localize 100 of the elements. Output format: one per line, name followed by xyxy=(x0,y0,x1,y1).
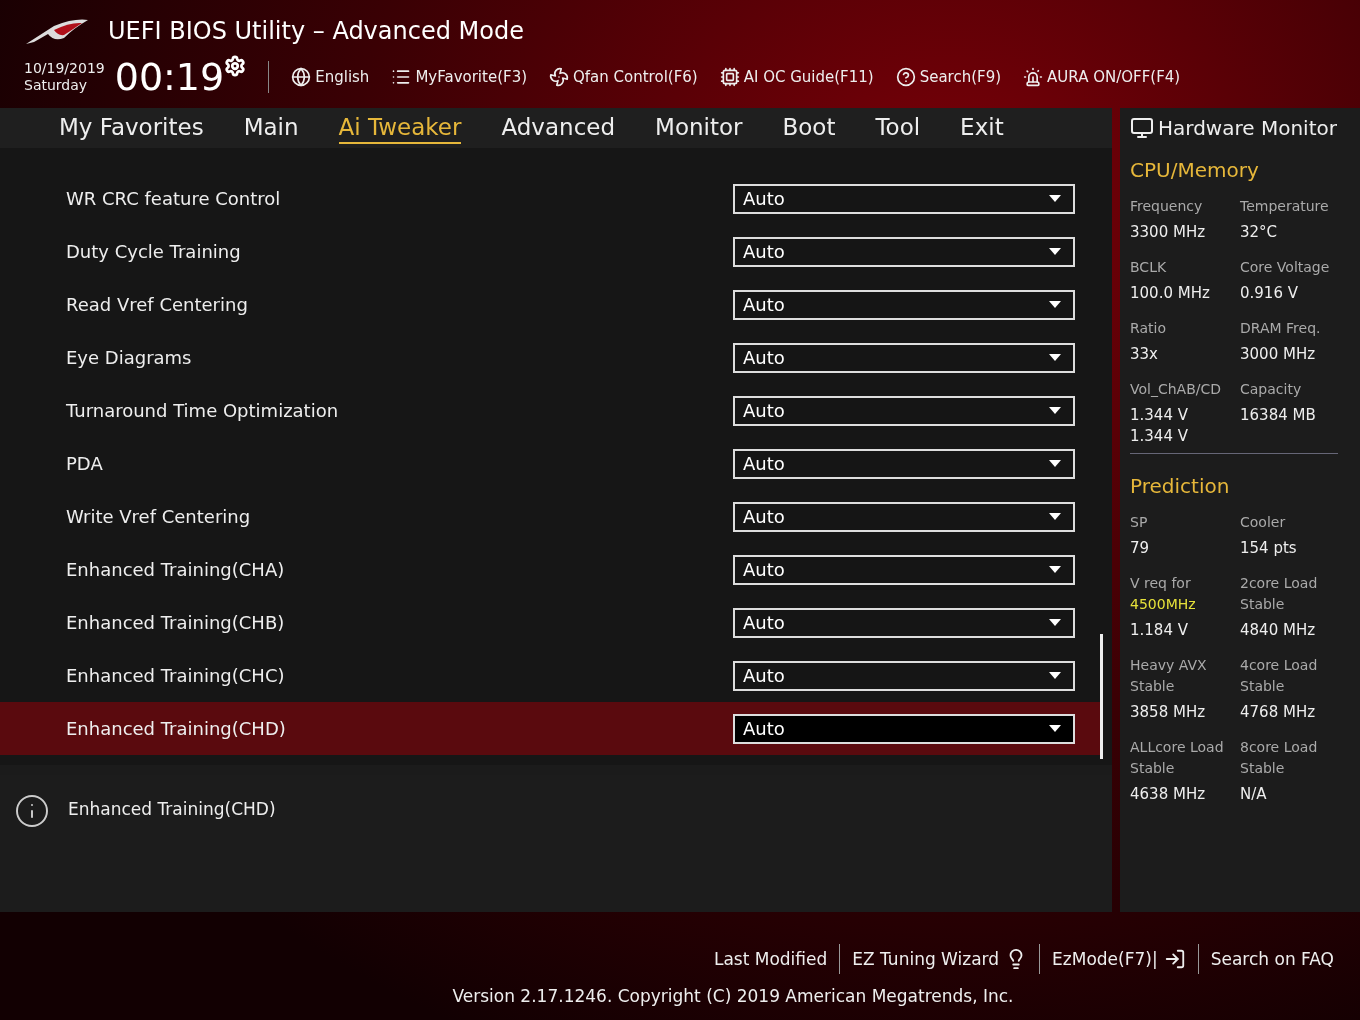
dropdown[interactable]: Auto xyxy=(733,660,1075,691)
stat-label: SP xyxy=(1130,513,1149,532)
selected-row[interactable]: Enhanced Training(CHD) Auto xyxy=(0,702,1100,755)
info-icon xyxy=(14,793,50,829)
stat-label: Cooler xyxy=(1240,513,1287,532)
caret-icon xyxy=(1049,354,1061,361)
date: 10/19/2019 xyxy=(24,60,105,77)
stat-label: 8core Load Stable xyxy=(1240,738,1319,778)
caret-icon xyxy=(1049,248,1061,255)
setting-label: Enhanced Training(CHA) xyxy=(66,559,285,580)
dropdown[interactable]: Auto xyxy=(733,501,1075,532)
scrollbar-thumb[interactable] xyxy=(1100,634,1103,759)
dropdown[interactable]: Auto xyxy=(733,289,1075,320)
stat-value: N/A xyxy=(1240,784,1268,805)
setting-row[interactable]: Enhanced Training(CHA) Auto xyxy=(0,543,1100,596)
toolbar-button[interactable]: Search(F9) xyxy=(895,67,1002,87)
clock-time: 00:19 xyxy=(114,55,225,99)
stat-value: 3858 MHz xyxy=(1130,702,1207,723)
setting-row[interactable]: Read Vref Centering Auto xyxy=(0,278,1100,331)
menu-tab[interactable]: Monitor xyxy=(655,112,743,144)
menu-tab[interactable]: Tool xyxy=(875,112,921,144)
stat-value: 4840 MHz xyxy=(1240,620,1317,641)
panel-title: Hardware Monitor xyxy=(1158,116,1337,140)
menu-tab[interactable]: Ai Tweaker xyxy=(338,112,462,144)
menu-tab[interactable]: Advanced xyxy=(501,112,616,144)
stat-label: Temperature xyxy=(1240,197,1330,216)
menu-tab[interactable]: My Favorites xyxy=(59,112,204,144)
settings-icon[interactable] xyxy=(224,55,247,77)
stat-value: 3300 MHz xyxy=(1130,222,1207,243)
stat-value: 4638 MHz xyxy=(1130,784,1207,805)
setting-row[interactable]: Eye Diagrams Auto xyxy=(0,331,1100,384)
stat-value: 32°C xyxy=(1240,222,1279,243)
setting-label: Enhanced Training(CHD) xyxy=(66,718,286,739)
caret-icon xyxy=(1049,566,1061,573)
setting-label: Enhanced Training(CHC) xyxy=(66,665,285,686)
footer-link[interactable]: EzMode(F7)| xyxy=(1040,948,1198,970)
window-title: UEFI BIOS Utility – Advanced Mode xyxy=(108,17,524,45)
caret-icon xyxy=(1049,513,1061,520)
dropdown[interactable]: Auto xyxy=(733,342,1075,373)
stat-frequency: 4500MHz xyxy=(1130,595,1197,614)
stat-label: Heavy AVX Stable xyxy=(1130,656,1208,696)
list-icon xyxy=(391,67,412,87)
help-text: Enhanced Training(CHD) xyxy=(68,799,276,819)
stat-value: 16384 MB xyxy=(1240,405,1317,426)
menu-tab[interactable]: Boot xyxy=(782,112,836,144)
stat-value: 1.344 V xyxy=(1130,405,1189,426)
dropdown[interactable]: Auto xyxy=(733,554,1075,585)
section-title: CPU/Memory xyxy=(1130,158,1260,182)
setting-label: Duty Cycle Training xyxy=(66,241,241,262)
toolbar-button[interactable]: MyFavorite(F3) xyxy=(391,67,528,87)
dropdown[interactable]: Auto xyxy=(733,395,1075,426)
setting-label: Eye Diagrams xyxy=(66,347,192,368)
setting-row[interactable]: PDA Auto xyxy=(0,437,1100,490)
dropdown[interactable]: Auto xyxy=(733,236,1075,267)
stat-label: Vol_ChAB/CD xyxy=(1130,380,1223,399)
footer-link[interactable]: EZ Tuning Wizard xyxy=(840,948,1040,970)
setting-row[interactable]: Write Vref Centering Auto xyxy=(0,490,1100,543)
setting-row[interactable]: Duty Cycle Training Auto xyxy=(0,225,1100,278)
caret-icon xyxy=(1049,301,1061,308)
setting-row[interactable]: Enhanced Training(CHB) Auto xyxy=(0,596,1100,649)
stat-value: 33x xyxy=(1130,344,1159,365)
light-icon xyxy=(1023,67,1044,87)
stat-value: 1.184 V xyxy=(1130,620,1189,641)
caret-icon xyxy=(1049,725,1061,732)
toolbar-button[interactable]: Qfan Control(F6) xyxy=(549,67,698,87)
footer-link[interactable]: Search on FAQ xyxy=(1198,949,1346,969)
help-icon xyxy=(895,67,916,87)
toolbar-button[interactable]: English xyxy=(291,67,370,87)
menu-tab[interactable]: Exit xyxy=(960,112,1004,144)
dropdown[interactable]: Auto xyxy=(733,607,1075,638)
stat-value: 3000 MHz xyxy=(1240,344,1317,365)
dropdown[interactable]: Auto xyxy=(733,183,1075,214)
caret-icon xyxy=(1049,672,1061,679)
dropdown[interactable]: Auto xyxy=(733,713,1075,744)
version-text: Version 2.17.1246. Copyright (C) 2019 American Megatrends, Inc. xyxy=(452,986,1014,1006)
toolbar-button[interactable]: AI OC Guide(F11) xyxy=(719,67,874,87)
stat-label: Frequency xyxy=(1130,197,1204,216)
footer-link[interactable]: Last Modified xyxy=(701,949,840,969)
stat-value: 4768 MHz xyxy=(1240,702,1317,723)
stat-label: Core Voltage xyxy=(1240,258,1331,277)
weekday: Saturday xyxy=(24,77,89,94)
stat-value: 1.344 V xyxy=(1130,426,1189,447)
dropdown[interactable]: Auto xyxy=(733,448,1075,479)
stat-value: 100.0 MHz xyxy=(1130,283,1211,304)
monitor-icon xyxy=(1130,116,1154,140)
setting-row[interactable]: Turnaround Time Optimization Auto xyxy=(0,384,1100,437)
stat-label: Ratio xyxy=(1130,319,1167,338)
caret-icon xyxy=(1049,619,1061,626)
setting-label: Enhanced Training(CHB) xyxy=(66,612,285,633)
section-title: Prediction xyxy=(1130,474,1231,498)
stat-value: 0.916 V xyxy=(1240,283,1299,304)
setting-label: Write Vref Centering xyxy=(66,506,251,527)
stat-value: 154 pts xyxy=(1240,538,1298,559)
toolbar-button[interactable]: AURA ON/OFF(F4) xyxy=(1023,67,1181,87)
stat-value: 79 xyxy=(1130,538,1151,559)
setting-row[interactable]: Enhanced Training(CHC) Auto xyxy=(0,649,1100,702)
setting-row[interactable]: WR CRC feature Control Auto xyxy=(0,172,1100,225)
globe-icon xyxy=(291,67,312,87)
menu-tab[interactable]: Main xyxy=(243,112,299,144)
stat-label: 4core Load Stable xyxy=(1240,656,1319,696)
